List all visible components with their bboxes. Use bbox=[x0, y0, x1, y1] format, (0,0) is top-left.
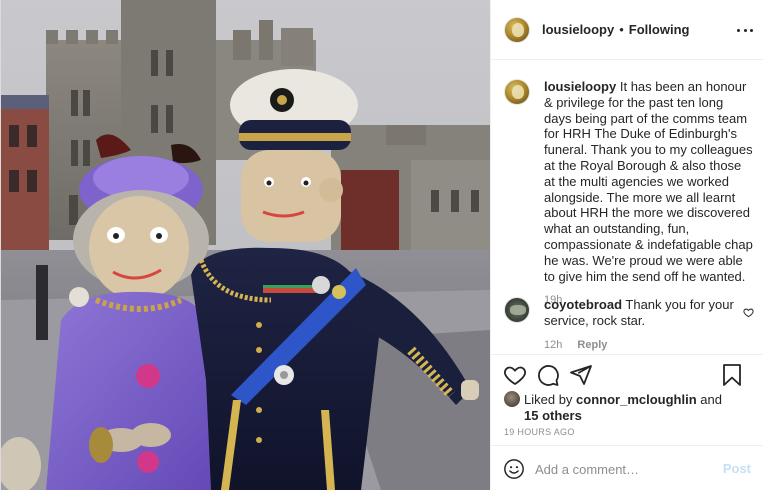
post-header: lousieloopy • Following bbox=[491, 0, 763, 60]
liker-avatar[interactable] bbox=[504, 391, 520, 407]
liked-by-prefix: Liked by bbox=[524, 392, 573, 407]
following-button[interactable]: Following bbox=[629, 22, 690, 37]
ellipsis-icon[interactable] bbox=[737, 22, 753, 38]
bookmark-icon[interactable] bbox=[720, 363, 744, 387]
reply-button[interactable]: Reply bbox=[577, 339, 607, 351]
post-actions-section: Liked by connor_mcloughlin and 15 others… bbox=[491, 354, 763, 490]
author-avatar[interactable] bbox=[504, 16, 530, 43]
comment-age[interactable]: 12h bbox=[544, 339, 562, 351]
commenter-avatar[interactable] bbox=[504, 297, 530, 323]
post-comment-button[interactable]: Post bbox=[723, 461, 751, 476]
smiley-icon[interactable] bbox=[503, 458, 525, 480]
comment-composer: Post bbox=[491, 445, 763, 490]
action-icons-row bbox=[503, 363, 753, 387]
liker-username[interactable]: connor_mcloughlin bbox=[576, 392, 697, 407]
comment-text-block: coyotebroad Thank you for your service, … bbox=[544, 297, 754, 329]
likes-conjunction: and bbox=[700, 392, 722, 407]
comments-list: lousieloopy It has been an honour & priv… bbox=[491, 61, 763, 354]
likes-summary: Liked by connor_mcloughlin and 15 others bbox=[504, 391, 754, 424]
author-username[interactable]: lousieloopy bbox=[542, 22, 614, 37]
caption-author-username[interactable]: lousieloopy bbox=[544, 79, 616, 94]
separator-dot: • bbox=[619, 22, 624, 37]
caption-text-block: lousieloopy It has been an honour & priv… bbox=[544, 79, 754, 284]
post-timestamp[interactable]: 19 HOURS AGO bbox=[504, 427, 575, 437]
comment-like-heart-icon[interactable] bbox=[743, 307, 754, 318]
commenter-username[interactable]: coyotebroad bbox=[544, 297, 622, 312]
heart-icon[interactable] bbox=[503, 363, 527, 387]
comment-item: coyotebroad Thank you for your service, … bbox=[504, 297, 754, 351]
comment-meta: 12h Reply bbox=[544, 339, 754, 351]
post-side-panel: lousieloopy • Following lousieloopy It h… bbox=[490, 0, 763, 490]
likes-others-link[interactable]: 15 others bbox=[524, 408, 754, 424]
caption-text: It has been an honour & privilege for th… bbox=[544, 79, 753, 284]
instagram-post-window: lousieloopy • Following lousieloopy It h… bbox=[0, 0, 763, 490]
post-photo[interactable] bbox=[1, 0, 490, 490]
speech-bubble-icon[interactable] bbox=[536, 363, 560, 387]
paper-plane-icon[interactable] bbox=[569, 363, 593, 387]
caption-author-avatar[interactable] bbox=[504, 79, 530, 105]
knitted-dolls-photo bbox=[1, 0, 490, 490]
add-comment-input[interactable] bbox=[535, 458, 715, 480]
caption-comment: lousieloopy It has been an honour & priv… bbox=[504, 79, 754, 306]
